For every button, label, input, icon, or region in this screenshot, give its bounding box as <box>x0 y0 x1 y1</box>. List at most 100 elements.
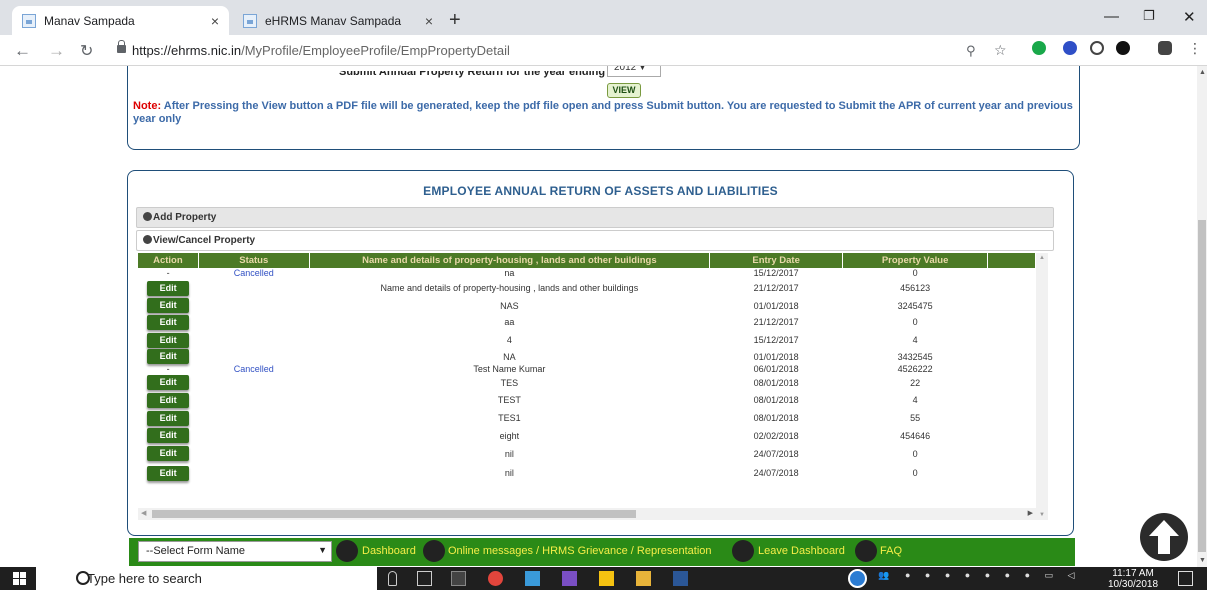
back-arrow-icon[interactable]: ← <box>14 41 31 61</box>
assets-panel: EMPLOYEE ANNUAL RETURN OF ASSETS AND LIA… <box>127 170 1074 536</box>
table-row: Edit Name and details of property-housing… <box>138 278 1036 298</box>
visual-studio-app-icon[interactable] <box>562 571 577 586</box>
edit-button[interactable]: Edit <box>147 314 190 330</box>
property-name-cell: nil <box>504 468 514 478</box>
system-tray-icons[interactable]: ● ● ● ● ● ● ● ▭ ◁ <box>905 570 1080 581</box>
page-vertical-scrollbar[interactable]: ▲ ▼ <box>1197 66 1207 567</box>
clock-date: 10/30/2018 <box>1108 579 1159 590</box>
add-property-accordion[interactable]: Add Property <box>136 207 1054 228</box>
windows-taskbar: Type here to search 👥 ● ● ● ● ● ● ● ▭ ◁ … <box>0 567 1207 590</box>
edit-button[interactable]: Edit <box>147 392 190 408</box>
table-body: - Cancelled na 15/12/2017 0 Edit Name and deta… <box>138 268 1036 483</box>
task-view-icon[interactable] <box>417 571 432 586</box>
minimize-icon[interactable]: — <box>1104 8 1119 25</box>
edit-button[interactable]: Edit <box>147 446 190 461</box>
dashboard-link[interactable]: Dashboard <box>362 545 416 557</box>
chrome-app-icon[interactable] <box>488 571 503 586</box>
taskbar-search[interactable]: Type here to search <box>36 567 377 590</box>
clock-time: 11:17 AM <box>1112 568 1154 579</box>
lock-icon <box>117 40 126 53</box>
edit-button[interactable]: Edit <box>147 298 190 313</box>
notifications-icon[interactable] <box>1178 571 1193 586</box>
view-button[interactable]: VIEW <box>607 83 641 98</box>
page-icon <box>243 13 257 28</box>
property-value-cell: 454646 <box>900 430 931 441</box>
bookmark-star-icon[interactable]: ☆ <box>994 42 1007 59</box>
year-select[interactable]: 2012 ▼ <box>607 66 661 77</box>
dashboard-icon[interactable] <box>336 540 358 562</box>
scroll-thumb[interactable] <box>1198 220 1206 552</box>
snipping-app-icon[interactable] <box>525 571 540 586</box>
extension-circle-icon[interactable] <box>1090 41 1104 55</box>
entry-date-cell: 08/01/2018 <box>753 413 799 423</box>
scroll-thumb[interactable] <box>152 510 636 518</box>
property-table-container[interactable]: Action Status Name and details of proper… <box>138 253 1036 520</box>
word-app-icon[interactable] <box>673 571 688 586</box>
scroll-to-top-button[interactable] <box>1140 513 1188 561</box>
action-cell: Edit <box>138 278 198 298</box>
edit-button[interactable]: Edit <box>147 410 190 426</box>
form-select-value: --Select Form Name <box>146 545 246 557</box>
close-icon[interactable]: × <box>211 13 219 29</box>
zoom-icon[interactable]: ⚲ <box>966 43 976 59</box>
edit-button[interactable]: Edit <box>147 428 190 443</box>
column-header[interactable]: Property Value <box>842 253 988 268</box>
page-content: Submit Annual Property Return for the ye… <box>0 66 1197 567</box>
windows-start-icon[interactable] <box>13 572 26 585</box>
leave-icon[interactable] <box>732 540 754 562</box>
edit-button[interactable]: Edit <box>147 349 190 364</box>
entry-date-cell: 15/12/2017 <box>753 335 799 345</box>
leave-dashboard-link[interactable]: Leave Dashboard <box>758 545 845 557</box>
messages-icon[interactable] <box>423 540 445 562</box>
form-name-select[interactable]: --Select Form Name ▼ <box>138 541 332 562</box>
profile-avatar[interactable] <box>1158 41 1172 55</box>
table-row: Edit eight 02/02/2018 454646 <box>138 427 1036 444</box>
grammarly-extension-icon[interactable] <box>1032 41 1046 55</box>
help-icon[interactable] <box>848 569 867 588</box>
faq-link[interactable]: FAQ <box>880 545 902 557</box>
forward-arrow-icon[interactable]: → <box>48 41 65 61</box>
faq-icon[interactable] <box>855 540 877 562</box>
scroll-up-icon[interactable]: ▲ <box>1039 255 1045 261</box>
column-header[interactable]: Status <box>198 253 310 268</box>
messages-link[interactable]: Online messages / HRMS Grievance / Repre… <box>448 545 712 557</box>
window-close-icon[interactable]: ✕ <box>1183 8 1196 26</box>
scroll-up-icon[interactable]: ▲ <box>1199 69 1206 76</box>
taskbar-clock[interactable]: 11:17 AM 10/30/2018 <box>1108 568 1158 590</box>
file-explorer-app-icon[interactable] <box>636 571 651 586</box>
people-icon[interactable]: 👥 <box>878 570 889 581</box>
tab-ehrms[interactable]: eHRMS Manav Sampada × <box>233 6 443 35</box>
reload-icon[interactable]: ↻ <box>80 41 93 61</box>
table-horizontal-scrollbar[interactable]: ◀ ▶ <box>138 508 1036 520</box>
address-bar[interactable]: https://ehrms.nic.in/MyProfile/EmployeeP… <box>132 43 510 58</box>
property-name-cell: NA <box>503 351 516 362</box>
terminal-app-icon[interactable] <box>451 571 466 586</box>
status-cell <box>198 391 309 409</box>
extension-dark-icon[interactable] <box>1116 41 1130 55</box>
entry-date-cell: 08/01/2018 <box>753 395 799 405</box>
column-header[interactable]: Name and details of property-housing , l… <box>309 253 710 268</box>
microphone-icon[interactable] <box>388 571 397 586</box>
edit-button[interactable]: Edit <box>147 375 190 390</box>
edit-button[interactable]: Edit <box>147 332 190 348</box>
action-cell: - <box>166 268 170 278</box>
tab-manav-sampada[interactable]: Manav Sampada × <box>12 6 229 35</box>
menu-dots-icon[interactable]: ⋮ <box>1188 40 1202 57</box>
close-icon[interactable]: × <box>425 13 433 29</box>
scroll-down-icon[interactable]: ▼ <box>1199 557 1206 564</box>
column-header[interactable]: Entry Date <box>709 253 844 268</box>
restore-icon[interactable]: ❐ <box>1143 8 1155 24</box>
table-vertical-scrollbar[interactable]: ▲ ▼ <box>1036 253 1048 520</box>
view-cancel-property-accordion[interactable]: View/Cancel Property <box>136 230 1054 251</box>
new-tab-icon[interactable]: + <box>449 9 461 32</box>
edit-button[interactable]: Edit <box>147 465 190 481</box>
scroll-left-icon[interactable]: ◀ <box>141 509 146 517</box>
scroll-down-icon[interactable]: ▼ <box>1039 512 1045 518</box>
action-cell: Edit <box>138 349 198 364</box>
action-cell: Edit <box>138 298 198 313</box>
edit-button[interactable]: Edit <box>147 280 190 296</box>
extension-d-icon[interactable] <box>1063 41 1077 55</box>
column-header[interactable]: Action <box>138 253 199 268</box>
scroll-right-icon[interactable]: ▶ <box>1028 509 1033 517</box>
sticky-notes-app-icon[interactable] <box>599 571 614 586</box>
